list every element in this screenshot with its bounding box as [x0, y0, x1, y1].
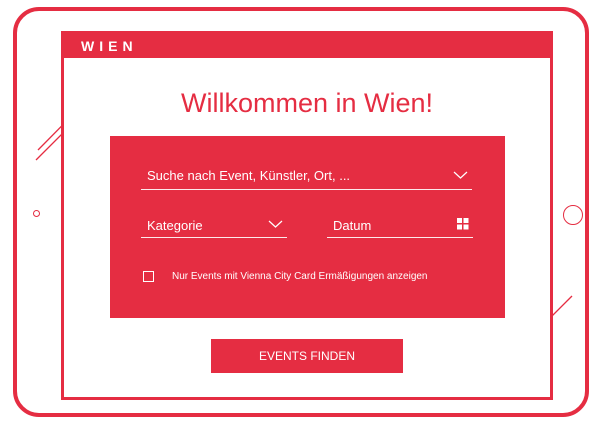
search-input-placeholder: Suche nach Event, Künstler, Ort, ... — [147, 168, 351, 183]
wien-logo[interactable]: WIEN — [81, 38, 138, 54]
tablet-screen: WIEN Willkommen in Wien! Suche nach Even… — [61, 31, 553, 400]
date-picker-label: Datum — [333, 218, 372, 233]
search-panel: Suche nach Event, Künstler, Ort, ... Kat… — [110, 136, 505, 318]
top-bar: WIEN — [64, 34, 550, 58]
chevron-down-icon — [453, 171, 468, 179]
calendar-grid-icon[interactable] — [457, 218, 469, 230]
chevron-down-icon — [268, 220, 283, 228]
vienna-card-checkbox-label[interactable]: Nur Events mit Vienna City Card Ermäßigu… — [172, 270, 428, 283]
category-select[interactable]: Kategorie — [141, 218, 287, 238]
events-finden-button[interactable]: EVENTS FINDEN — [211, 339, 403, 373]
vienna-card-checkbox[interactable] — [143, 271, 154, 282]
date-picker[interactable]: Datum — [327, 218, 473, 238]
page-title: Willkommen in Wien! — [180, 88, 434, 118]
search-input[interactable]: Suche nach Event, Künstler, Ort, ... — [141, 168, 472, 190]
category-select-label: Kategorie — [147, 218, 203, 233]
